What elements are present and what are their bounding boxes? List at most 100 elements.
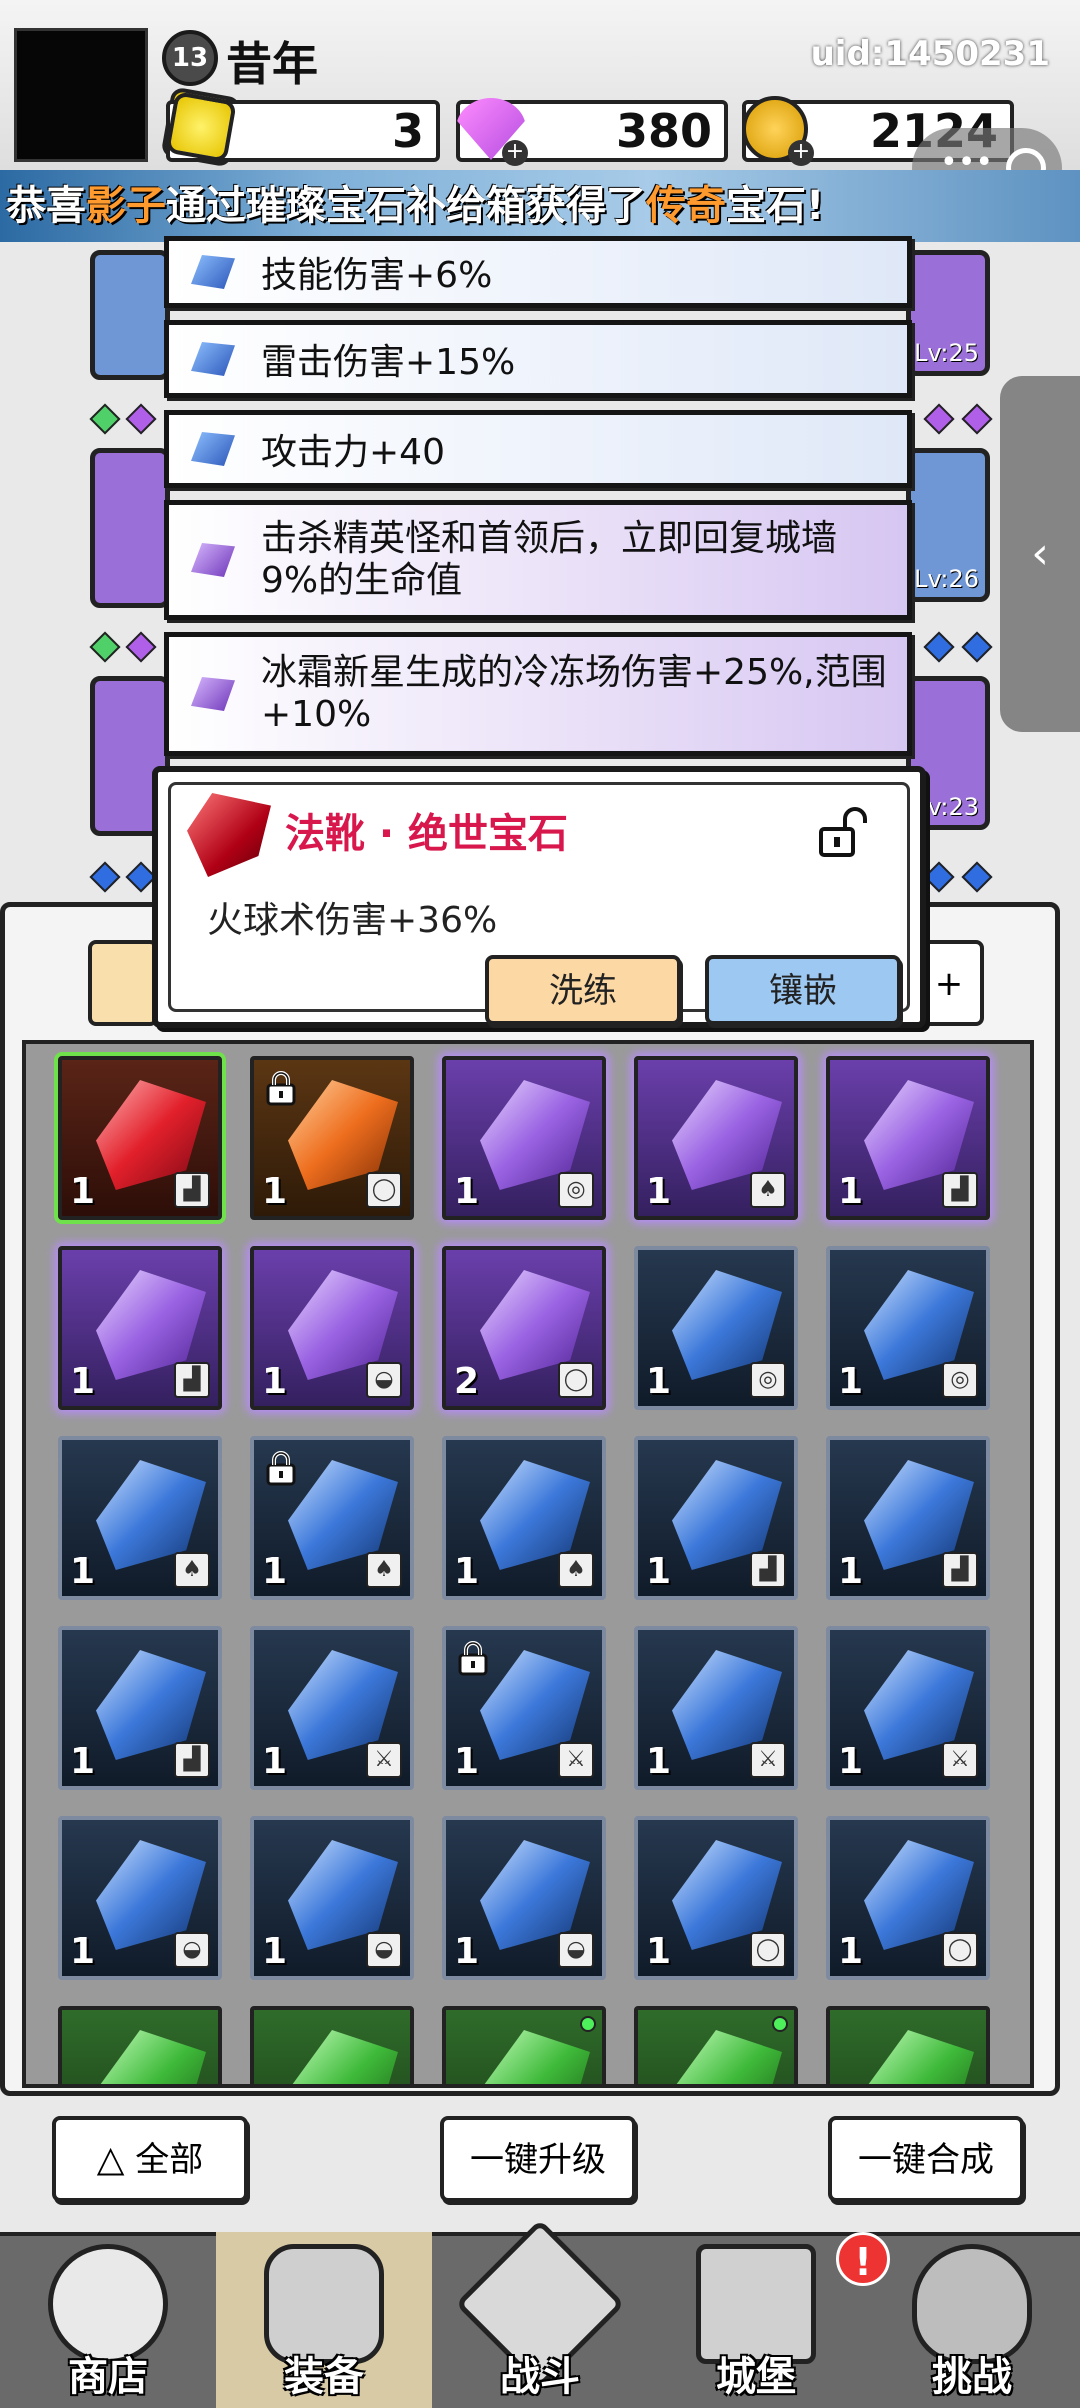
gem-slot[interactable] bbox=[250, 2006, 414, 2084]
gem-count: 1 bbox=[262, 1551, 288, 1592]
refine-button[interactable]: 洗练 bbox=[485, 955, 681, 1025]
gem-count: 1 bbox=[646, 1551, 672, 1592]
gem-slot[interactable]: 1 ⚔ bbox=[634, 1626, 798, 1790]
filter-all-button[interactable]: △ 全部 bbox=[52, 2116, 248, 2202]
gem-slot[interactable]: 1 ▟ bbox=[826, 1436, 990, 1600]
popup-effect: 火球术伤害+36% bbox=[207, 900, 498, 941]
socket-blue-icon bbox=[961, 861, 993, 893]
gem-count: 1 bbox=[262, 1931, 288, 1972]
nav-battle[interactable]: 战斗 bbox=[432, 2219, 648, 2408]
gem-slot[interactable]: 1 ◒ bbox=[250, 1816, 414, 1980]
new-dot-badge bbox=[772, 2016, 788, 2032]
boot-slot-icon: ▟ bbox=[750, 1552, 786, 1588]
unlock-icon[interactable] bbox=[815, 807, 867, 859]
nav-label: 商店 bbox=[68, 2354, 148, 2400]
inlay-button[interactable]: 镶嵌 bbox=[705, 955, 901, 1025]
nav-label: 城堡 bbox=[716, 2354, 796, 2400]
green-gem-icon bbox=[864, 2030, 974, 2084]
lock-icon bbox=[266, 1451, 296, 1486]
banner-rarity: 传奇 bbox=[646, 183, 726, 229]
socket-green-icon bbox=[89, 631, 121, 663]
gem-count: 1 bbox=[262, 1741, 288, 1782]
gem-slot[interactable]: 1 ◯ bbox=[250, 1056, 414, 1220]
gem-slot[interactable]: 1 ♠ bbox=[634, 1056, 798, 1220]
gem-slot[interactable]: 1 ◒ bbox=[442, 1816, 606, 1980]
ring-slot-icon: ◎ bbox=[942, 1362, 978, 1398]
affix-text: 击杀精英怪和首领后，立即回复城墙9%的生命值 bbox=[261, 518, 838, 601]
ring-slot-icon: ◎ bbox=[558, 1172, 594, 1208]
equip-slot-left-1[interactable] bbox=[90, 250, 170, 380]
gem-count: 1 bbox=[262, 1171, 288, 1212]
equip-slot-right-1[interactable]: Lv:25 bbox=[906, 250, 990, 376]
gem-count: 1 bbox=[454, 1931, 480, 1972]
gem-slot[interactable] bbox=[826, 2006, 990, 2084]
gem-slot[interactable]: 1 ♠ bbox=[58, 1436, 222, 1600]
gem-slot[interactable]: 1 ▟ bbox=[826, 1056, 990, 1220]
green-gem-icon bbox=[480, 2030, 590, 2084]
gem-grid: 1 ▟ 1 ◯ 1 ◎ 1 ♠ 1 ▟ 1 ▟ 1 ◒ 2 ◯ 1 ◎ 1 ◎ 1 ♠ 1 ♠ 1 ♠ 1 ▟ 1 ▟ 1 ▟ 1 ⚔ 1 ⚔ 1 ⚔ 1 ⚔… bbox=[22, 1040, 1034, 2088]
gem-count: 1 bbox=[454, 1741, 480, 1782]
affix-row: 雷击伤害+15% bbox=[164, 320, 912, 398]
gem-count: 1 bbox=[646, 1741, 672, 1782]
affix-row: 冰霜新星生成的冷冻场伤害+25%,范围+10% bbox=[164, 632, 912, 756]
gem-slot[interactable]: 1 ◒ bbox=[58, 1816, 222, 1980]
gem-slot[interactable]: 1 ♠ bbox=[442, 1436, 606, 1600]
gem-count: 1 bbox=[70, 1361, 96, 1402]
gem-slot[interactable]: 1 ◒ bbox=[250, 1246, 414, 1410]
popup-title: 法靴 · 绝世宝石 bbox=[285, 811, 569, 857]
gem-slot[interactable]: 1 ◎ bbox=[634, 1246, 798, 1410]
socket-purple-icon bbox=[923, 403, 955, 435]
armor-slot-icon: ♠ bbox=[750, 1172, 786, 1208]
hat-slot-icon: ◒ bbox=[174, 1932, 210, 1968]
banner-prefix: 恭喜 bbox=[6, 183, 86, 229]
blue-gem-icon bbox=[191, 432, 235, 466]
avatar[interactable] bbox=[14, 28, 148, 162]
nav-challenge[interactable]: 挑战 bbox=[864, 2232, 1080, 2408]
nav-equipment[interactable]: 装备 bbox=[216, 2232, 432, 2408]
affix-row: 击杀精英怪和首领后，立即回复城墙9%的生命值 bbox=[164, 500, 912, 620]
affix-text: 雷击伤害+15% bbox=[261, 342, 516, 383]
gem-slot[interactable]: 1 ◯ bbox=[634, 1816, 798, 1980]
gem-slot[interactable]: 1 ♠ bbox=[250, 1436, 414, 1600]
tab-equipment[interactable] bbox=[88, 940, 158, 1026]
necklace-slot-icon: ◯ bbox=[366, 1172, 402, 1208]
gem-count: 1 bbox=[70, 1171, 96, 1212]
gem-slot[interactable]: 1 ⚔ bbox=[826, 1626, 990, 1790]
necklace-slot-icon: ◯ bbox=[942, 1932, 978, 1968]
gem-slot[interactable] bbox=[442, 2006, 606, 2084]
gem-add-button[interactable]: + bbox=[502, 140, 528, 166]
socket-purple-icon bbox=[961, 403, 993, 435]
armor-slot-icon: ♠ bbox=[558, 1552, 594, 1588]
uid-label: uid:1450231 bbox=[810, 34, 1050, 74]
gem-slot[interactable]: 1 ◯ bbox=[826, 1816, 990, 1980]
gem-slot[interactable]: 2 ◯ bbox=[442, 1246, 606, 1410]
gem-slot[interactable] bbox=[634, 2006, 798, 2084]
gem-slot[interactable] bbox=[58, 2006, 222, 2084]
green-gem-icon bbox=[288, 2030, 398, 2084]
affix-row: 攻击力+40 bbox=[164, 410, 912, 488]
merge-all-button[interactable]: 一键合成 bbox=[828, 2116, 1024, 2202]
nav-castle[interactable]: 城堡 bbox=[648, 2232, 864, 2408]
gem-slot[interactable]: 1 ▟ bbox=[58, 1626, 222, 1790]
gem-slot[interactable]: 1 ◎ bbox=[826, 1246, 990, 1410]
side-expand-tab[interactable]: ‹ bbox=[1000, 376, 1080, 732]
gem-slot[interactable]: 1 ▟ bbox=[58, 1246, 222, 1410]
gem-slot[interactable]: 1 ▟ bbox=[634, 1436, 798, 1600]
equip-slot-left-2[interactable] bbox=[90, 448, 170, 608]
equip-slot-right-2[interactable]: Lv:26 bbox=[906, 448, 990, 602]
gem-slot[interactable]: 1 ⚔ bbox=[442, 1626, 606, 1790]
gem-count: 1 bbox=[838, 1361, 864, 1402]
gem-count: 2 bbox=[454, 1361, 480, 1402]
red-gem-icon bbox=[187, 793, 271, 877]
affix-text: 技能伤害+6% bbox=[261, 255, 493, 296]
nav-shop[interactable]: 商店 bbox=[0, 2232, 216, 2408]
gem-slot[interactable]: 1 ▟ bbox=[58, 1056, 222, 1220]
gem-slot[interactable]: 1 ⚔ bbox=[250, 1626, 414, 1790]
gem-slot[interactable]: 1 ◎ bbox=[442, 1056, 606, 1220]
coin-add-button[interactable]: + bbox=[788, 140, 814, 166]
chevron-left-icon: ‹ bbox=[1031, 528, 1049, 579]
hat-slot-icon: ◒ bbox=[366, 1362, 402, 1398]
upgrade-all-button[interactable]: 一键升级 bbox=[440, 2116, 636, 2202]
level-badge: 13 bbox=[162, 30, 218, 86]
green-gem-icon bbox=[672, 2030, 782, 2084]
